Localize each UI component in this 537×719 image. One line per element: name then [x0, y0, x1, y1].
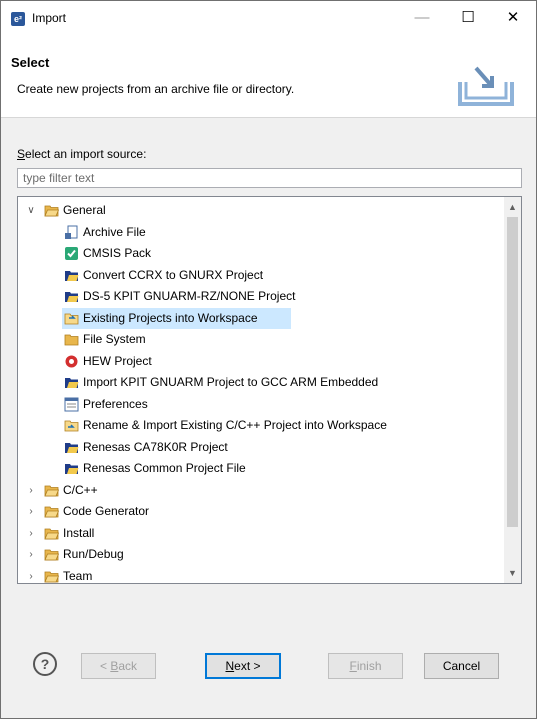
folder-icon — [44, 547, 60, 562]
folder-icon — [44, 504, 60, 519]
folder-icon — [44, 483, 60, 498]
tree-item[interactable]: Preferences — [62, 394, 158, 415]
tree-item-label: Existing Projects into Workspace — [83, 310, 258, 325]
preferences-icon — [64, 397, 79, 412]
finish-button[interactable]: Finish — [328, 653, 403, 679]
cmsis-pack-icon — [64, 246, 79, 261]
tree-item-label: Archive File — [83, 224, 146, 239]
tree-item-label: Install — [63, 525, 95, 540]
tree-item-label: Run/Debug — [63, 547, 124, 561]
rename-import-icon — [64, 418, 79, 433]
project-import-icon — [64, 461, 79, 476]
tree-node-category[interactable]: › C/C++ — [24, 480, 101, 501]
scroll-up-icon[interactable]: ▲ — [504, 199, 521, 216]
tree-item-label: HEW Project — [83, 353, 152, 368]
tree-item-label: Renesas Common Project File — [83, 461, 246, 475]
help-button[interactable]: ? — [33, 652, 57, 676]
tree-item-label: Rename & Import Existing C/C++ Project i… — [83, 418, 387, 432]
scroll-thumb[interactable] — [507, 217, 518, 527]
tree-item[interactable]: Rename & Import Existing C/C++ Project i… — [62, 415, 423, 436]
tree-item[interactable]: Archive File — [62, 222, 165, 243]
title-bar[interactable]: e² Import — ☐ ✕ — [1, 1, 536, 35]
chevron-right-icon[interactable]: › — [26, 523, 36, 544]
tree-item[interactable]: File System — [62, 329, 158, 350]
archive-file-icon — [64, 225, 79, 240]
project-import-icon — [64, 289, 79, 304]
tree-node-category[interactable]: › Code Generator — [24, 501, 157, 522]
tree-item-label: Convert CCRX to GNURX Project — [83, 267, 264, 282]
chevron-down-icon[interactable]: ∨ — [26, 200, 36, 221]
tree-node-category[interactable]: › Install — [24, 523, 113, 544]
tree-item-label: General — [63, 203, 106, 217]
tree-item-label: Preferences — [83, 396, 148, 411]
page-description: Create new projects from an archive file… — [17, 82, 295, 96]
page-title: Select — [11, 55, 50, 70]
tree-item[interactable]: Existing Projects into Workspace — [62, 307, 291, 329]
maximize-button[interactable]: ☐ — [445, 1, 491, 35]
tree-item[interactable]: Renesas Common Project File — [62, 458, 259, 479]
tree-item-label: DS-5 KPIT GNUARM-RZ/NONE Project — [83, 289, 296, 303]
chevron-right-icon[interactable]: › — [26, 480, 36, 501]
tree-item-label: Renesas CA78K0R Project — [83, 439, 228, 454]
scroll-down-icon[interactable]: ▼ — [504, 565, 521, 582]
tree-node-category[interactable]: › Team — [24, 566, 94, 584]
window-title: Import — [32, 11, 67, 25]
folder-icon — [44, 526, 60, 541]
tree-item[interactable]: DS-5 KPIT GNUARM-RZ/NONE Project — [62, 286, 295, 307]
minimize-button[interactable]: — — [399, 1, 445, 35]
import-wizard-icon — [458, 66, 514, 106]
folder-open-icon — [44, 203, 60, 218]
tree-item-label: CMSIS Pack — [83, 246, 152, 260]
tree-item-label: Import KPIT GNUARM Project to GCC ARM Em… — [83, 375, 379, 389]
wizard-header: Select Create new projects from an archi… — [1, 35, 536, 118]
project-import-icon — [64, 440, 79, 455]
tree-item[interactable]: Import KPIT GNUARM Project to GCC ARM Em… — [62, 372, 379, 393]
tree-item[interactable]: CMSIS Pack — [62, 243, 152, 264]
folder-icon — [64, 332, 79, 347]
tree-item[interactable]: Renesas CA78K0R Project — [62, 437, 234, 458]
tree-item[interactable]: HEW Project — [62, 351, 158, 372]
chevron-right-icon[interactable]: › — [26, 544, 36, 565]
tree-node-general[interactable]: ∨ General — [24, 200, 113, 221]
import-source-tree[interactable]: ∨ General Archive File CMSIS Pack Convert CC… — [17, 196, 522, 584]
filter-input[interactable] — [17, 168, 522, 188]
tree-item-label: C/C++ — [63, 482, 98, 497]
eclipse-app-icon: e² — [11, 12, 25, 26]
project-import-icon — [64, 268, 79, 283]
folder-icon — [44, 569, 60, 584]
tree-item-label: File System — [83, 332, 146, 346]
tree-item-label: Team — [63, 568, 93, 583]
chevron-right-icon[interactable]: › — [26, 566, 36, 584]
tree-item-label: Code Generator — [63, 504, 150, 518]
import-dialog: e² Import — ☐ ✕ Select Create new projec… — [0, 0, 537, 719]
next-button[interactable]: Next > — [205, 653, 281, 679]
tree-node-category[interactable]: › Run/Debug — [24, 544, 126, 565]
import-source-label: Select an import source: — [17, 147, 147, 161]
project-import-icon — [64, 375, 79, 390]
vertical-scrollbar[interactable]: ▲ ▼ — [504, 197, 521, 583]
existing-projects-icon — [64, 311, 79, 326]
chevron-right-icon[interactable]: › — [26, 501, 36, 522]
cancel-button[interactable]: Cancel — [424, 653, 499, 679]
tree-item[interactable]: Convert CCRX to GNURX Project — [62, 265, 272, 286]
hew-icon — [64, 354, 79, 369]
close-button[interactable]: ✕ — [490, 1, 536, 35]
back-button[interactable]: < Back — [81, 653, 156, 679]
